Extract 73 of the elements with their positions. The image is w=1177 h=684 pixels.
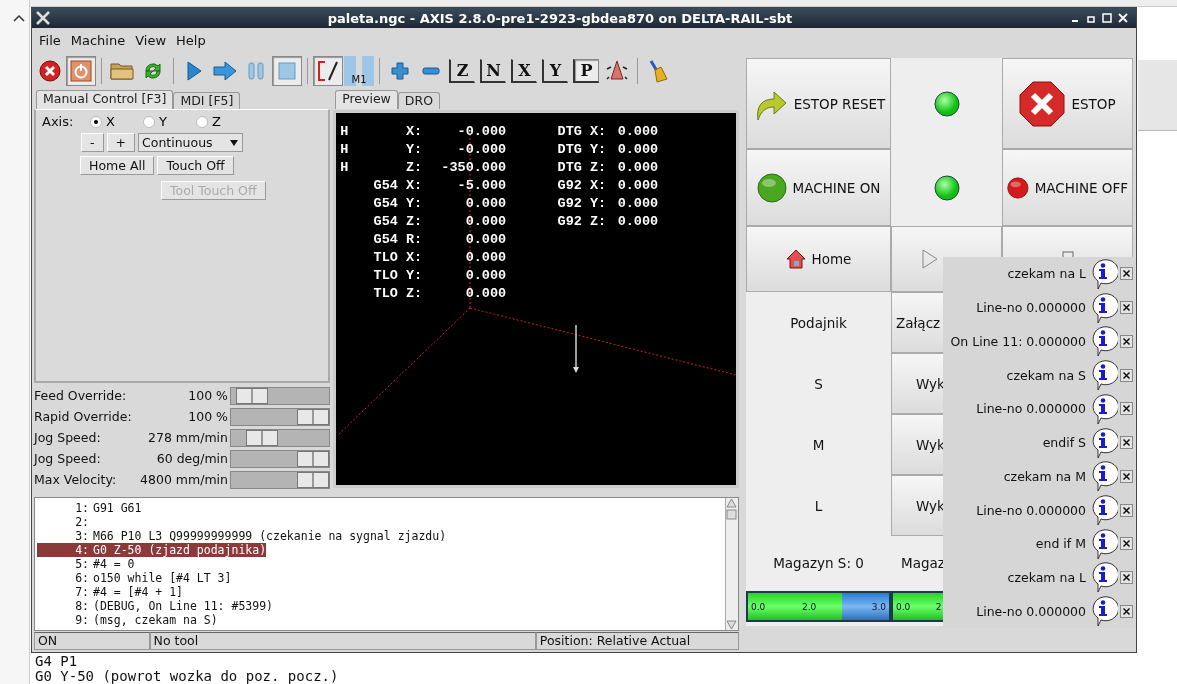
notification-text: Line-no 0.000000 [976,603,1086,619]
slider-label: Jog Speed: [34,451,102,466]
bar-tick-label: 2.0 [801,601,818,612]
dro-label: Y: [404,141,423,159]
slider-reading: 100 % [187,409,229,424]
slider-reading: 4800 mm/min [139,472,229,487]
notification-text: On Line 11: 0.000000 [950,333,1086,349]
dro-value: 0.000 [464,285,507,303]
dro-value: 0.000 [464,267,507,285]
dro-label: Z: [404,159,423,177]
bar-tick-label: 2 [934,601,943,612]
notification-text: czekam na L [1007,569,1086,585]
dro-value: -0.000 [456,123,507,141]
dro-label: G92 X: [556,177,607,195]
dro-value: -350.000 [440,159,507,177]
status-field: No tool [149,632,536,650]
slider-label: Feed Override: [34,388,128,403]
notification-text: czekam na M [1003,468,1086,484]
row-label: M [746,414,891,475]
row-label: S [746,353,891,414]
dro-label: DTG X: [556,123,607,141]
dro-value: 0.000 [616,141,659,159]
dro-label: G92 Y: [556,195,607,213]
dro-label: G92 Z: [556,213,607,231]
dro-value: 0.000 [616,123,659,141]
notification-text: Line-no 0.000000 [976,502,1086,518]
dro-value: 0.000 [616,159,659,177]
homed-label: H [340,159,350,177]
dro-label: G54 Y: [372,195,423,213]
dro-label: TLO X: [372,249,423,267]
code-text-line: G4 P1 [35,654,79,669]
slider-label: Max Velocity: [34,472,118,487]
row-label: Podajnik [746,292,891,353]
dro-label: DTG Y: [556,141,607,159]
dro-label: G54 X: [372,177,423,195]
notification-text: end if M [1035,536,1086,552]
dro-value: 0.000 [616,177,659,195]
bar-tick-label: 0.0 [751,601,767,612]
notification-text: Line-no 0.000000 [976,401,1086,417]
dro-label: TLO Y: [372,267,423,285]
magazine-label: Magazyn S: 0 [746,536,891,589]
dro-label: TLO Z: [372,285,423,303]
dro-label: G54 R: [372,231,423,249]
dro-value: -0.000 [456,141,507,159]
homed-label: H [340,141,350,159]
dro-value: 0.000 [464,249,507,267]
slider-label: Rapid Override: [34,409,133,424]
notification-text: endif S [1042,435,1086,451]
notification-text: Line-no 0.000000 [976,300,1086,316]
dro-value: -5.000 [456,177,507,195]
dro-value: 0.000 [464,213,507,231]
slider-reading: 278 mm/min [147,430,229,445]
dro-value: 0.000 [464,231,507,249]
notification-text: czekam na S [1006,367,1086,383]
slider-reading: 100 % [187,388,229,403]
slider-reading: 60 deg/min [155,451,229,466]
dro-value: 0.000 [616,195,659,213]
status-field: Position: Relative Actual [535,632,739,650]
bar-tick-label: 3.0 [870,601,886,612]
dro-label: G54 Z: [372,213,423,231]
window-title: paleta.ngc - AXIS 2.8.0-pre1-2923-gbdea870 on DELTA-RAIL-sbt [326,10,794,26]
status-field: ON [34,632,150,650]
code-text-line: G0 Y-50 (powrot wozka do poz. pocz.) [35,669,339,684]
dro-label: X: [404,123,423,141]
bar-tick-label: 0.0 [896,601,912,612]
slider-label: Jog Speed: [34,430,102,445]
homed-label: H [340,123,350,141]
axis-label: Axis: [42,114,75,129]
dro-label: DTG Z: [556,159,607,177]
dro-value: 0.000 [464,195,507,213]
dro-value: 0.000 [616,213,659,231]
row-label: L [746,475,891,536]
notification-text: czekam na L [1007,266,1086,282]
